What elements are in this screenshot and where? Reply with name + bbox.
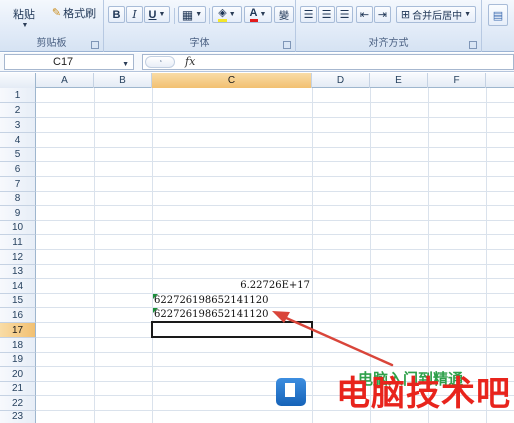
fill-color-button[interactable]: ◈ ▼: [212, 6, 242, 23]
row-header[interactable]: 1: [0, 88, 36, 103]
chevron-down-icon: ▼: [259, 11, 267, 18]
row-header[interactable]: 12: [0, 250, 36, 265]
decrease-indent-icon: ⇤: [359, 9, 370, 21]
row-header[interactable]: 23: [0, 411, 36, 423]
dialog-launcher-icon[interactable]: [91, 41, 99, 49]
font-group: B I U ▼ ▦ ▼ ◈ ▼ A ▼ 變 字体: [104, 0, 296, 52]
column-header-bar: A B C D E F: [0, 73, 514, 88]
borders-button[interactable]: ▦ ▼: [178, 6, 206, 23]
alignment-group: ☰ ☰ ☰ ⇤ ⇥ ⊞ 合并后居中 ▼ 对齐方式: [296, 0, 482, 52]
row-header-active[interactable]: 17: [0, 323, 36, 338]
column-header-b[interactable]: B: [94, 73, 152, 88]
align-left-button[interactable]: ☰: [300, 6, 317, 23]
number-format-button[interactable]: ▤: [488, 4, 508, 26]
formula-bar: C17 ▼ ◔ fx: [0, 53, 514, 72]
dialog-launcher-icon[interactable]: [469, 41, 477, 49]
cell-c15[interactable]: 622726198652141120: [154, 295, 269, 307]
column-header-a[interactable]: A: [36, 73, 94, 88]
merge-center-button[interactable]: ⊞ 合并后居中 ▼: [396, 6, 476, 23]
alignment-group-label: 对齐方式: [368, 38, 409, 49]
chevron-down-icon: ▼: [464, 11, 472, 18]
row-header[interactable]: 14: [0, 279, 36, 294]
align-left-icon: ☰: [303, 9, 314, 21]
dialog-launcher-icon[interactable]: [283, 41, 291, 49]
number-group: ▤: [482, 0, 514, 52]
merge-cells-icon: ⊞: [400, 9, 411, 21]
row-header[interactable]: 8: [0, 192, 36, 206]
decrease-indent-button[interactable]: ⇤: [356, 6, 373, 23]
row-header[interactable]: 10: [0, 221, 36, 235]
name-box[interactable]: C17 ▼: [4, 54, 134, 70]
row-header[interactable]: 5: [0, 148, 36, 162]
cell-c14[interactable]: 6.22726E+17: [154, 280, 310, 292]
column-header-d[interactable]: D: [312, 73, 370, 88]
row-header[interactable]: 20: [0, 367, 36, 382]
chevron-down-icon: ▼: [21, 21, 29, 29]
row-header[interactable]: 4: [0, 133, 36, 148]
underline-button[interactable]: U ▼: [144, 6, 170, 23]
clipboard-group: 粘贴 ▼ ✎ 格式刷 剪贴板: [0, 0, 104, 52]
align-right-button[interactable]: ☰: [336, 6, 353, 23]
row-header[interactable]: 2: [0, 103, 36, 118]
insert-function-button[interactable]: fx: [185, 55, 195, 68]
row-header[interactable]: 7: [0, 177, 36, 192]
cell-c16[interactable]: 622726198652141120: [154, 309, 269, 321]
annotation-arrow-icon: [272, 311, 394, 367]
align-center-icon: ☰: [321, 9, 332, 21]
row-header[interactable]: 18: [0, 338, 36, 353]
chevron-down-icon[interactable]: ▼: [122, 58, 129, 72]
border-grid-icon: ▦: [181, 7, 194, 22]
bold-button[interactable]: B: [108, 6, 125, 23]
chevron-down-icon: ▼: [195, 11, 203, 18]
watermark: 电脑入门到精通 电脑技术吧: [270, 368, 514, 423]
increase-indent-icon: ⇥: [377, 9, 388, 21]
formula-bar-handle[interactable]: ◔: [145, 56, 175, 68]
row-header[interactable]: 11: [0, 235, 36, 250]
phonetic-guide-button[interactable]: 變: [274, 6, 294, 23]
row-header[interactable]: 15: [0, 294, 36, 308]
formula-input[interactable]: ◔ fx: [142, 54, 514, 70]
row-header[interactable]: 6: [0, 162, 36, 177]
chevron-down-icon: ▼: [228, 11, 236, 18]
column-header-c[interactable]: C: [152, 73, 312, 88]
medical-cross-logo-icon: [276, 378, 306, 406]
column-header-e[interactable]: E: [370, 73, 428, 88]
italic-button[interactable]: I: [126, 6, 143, 23]
watermark-title: 电脑技术吧: [336, 374, 511, 414]
row-header[interactable]: 19: [0, 353, 36, 367]
brush-icon: ✎: [51, 7, 62, 19]
row-header[interactable]: 22: [0, 396, 36, 411]
row-header[interactable]: 3: [0, 118, 36, 133]
align-right-icon: ☰: [339, 9, 350, 21]
select-all-corner[interactable]: [0, 73, 36, 88]
number-format-icon: ▤: [492, 9, 504, 22]
paint-bucket-icon: ◈: [218, 7, 227, 22]
increase-indent-button[interactable]: ⇥: [374, 6, 391, 23]
row-header[interactable]: 13: [0, 265, 36, 279]
clipboard-group-label: 剪贴板: [36, 38, 67, 49]
column-header-g[interactable]: [486, 73, 514, 88]
font-group-label: 字体: [189, 38, 210, 49]
row-header[interactable]: 21: [0, 382, 36, 396]
ribbon: 粘贴 ▼ ✎ 格式刷 剪贴板 B I U ▼ ▦ ▼ ◈ ▼ A ▼ 變 字体 …: [0, 0, 514, 52]
row-header[interactable]: 9: [0, 206, 36, 221]
format-painter-button[interactable]: ✎ 格式刷: [48, 4, 100, 21]
chevron-down-icon: ▼: [158, 11, 166, 18]
align-center-button[interactable]: ☰: [318, 6, 335, 23]
row-header[interactable]: 16: [0, 308, 36, 323]
column-header-f[interactable]: F: [428, 73, 486, 88]
paste-button[interactable]: 粘贴 ▼: [4, 2, 44, 32]
font-color-button[interactable]: A ▼: [244, 6, 272, 23]
